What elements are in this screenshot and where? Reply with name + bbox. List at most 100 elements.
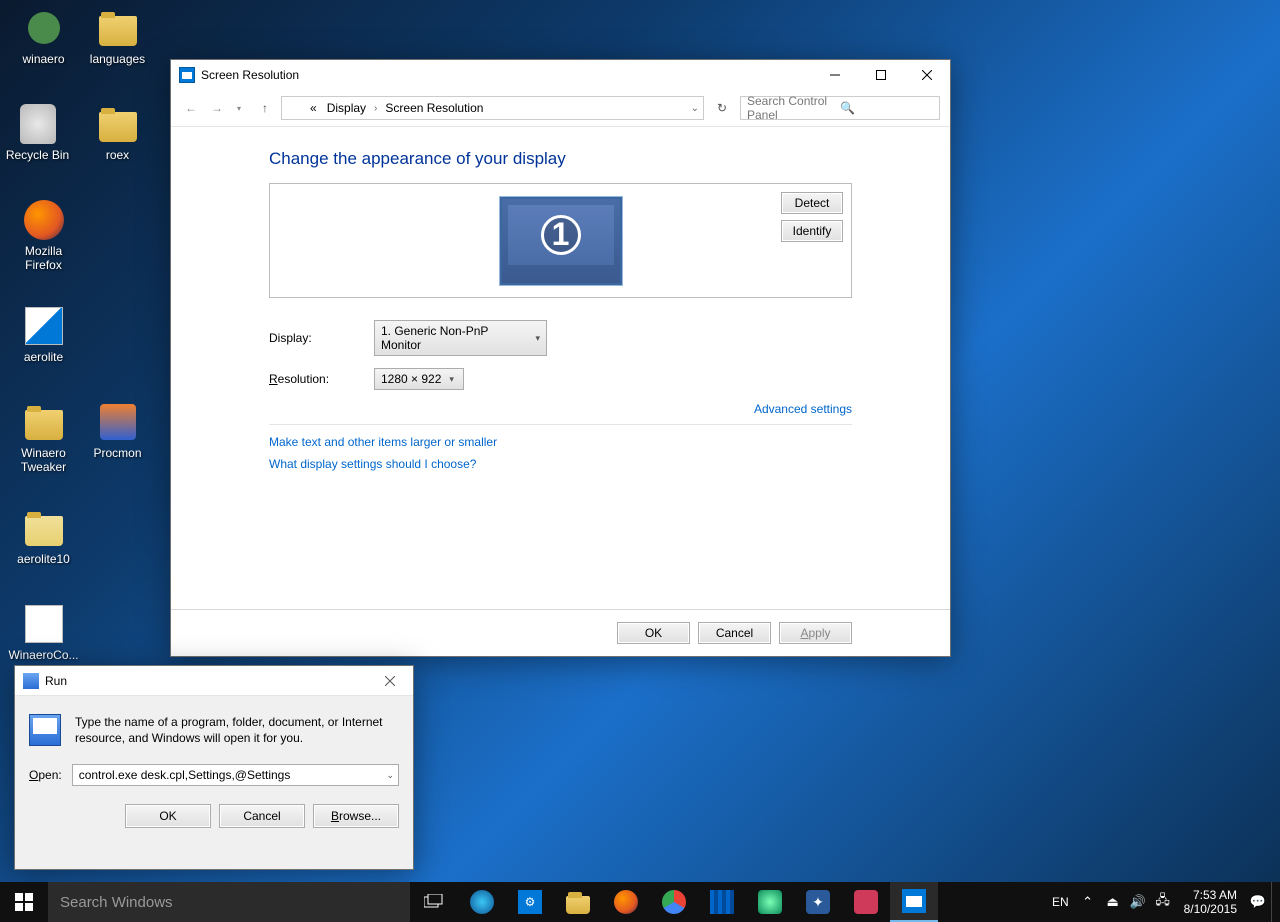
run-description: Type the name of a program, folder, docu…	[75, 714, 399, 746]
cancel-button[interactable]: Cancel	[219, 804, 305, 828]
action-center-icon[interactable]: 💬	[1246, 882, 1270, 922]
tray-usb-icon[interactable]: ⏏	[1101, 882, 1125, 922]
desktop-icon-label: languages	[80, 52, 155, 66]
titlebar[interactable]: Screen Resolution	[171, 60, 950, 90]
desktop-icon-label: aerolite	[6, 350, 81, 364]
content-area: Change the appearance of your display 1 …	[171, 127, 950, 483]
tray-chevron-icon[interactable]: ⌃	[1076, 882, 1100, 922]
forward-button[interactable]: →	[207, 98, 227, 118]
chevron-down-icon[interactable]: ⌄	[691, 103, 699, 114]
taskbar-settings[interactable]: ⚙	[506, 882, 554, 922]
desktop-icon-winaero-tweaker[interactable]: Winaero Tweaker	[6, 402, 81, 474]
titlebar[interactable]: Run	[15, 666, 413, 696]
toolbar: ← → ▾ ↑ « Display › Screen Resolution ⌄ …	[171, 90, 950, 127]
display-value: 1. Generic Non-PnP Monitor	[381, 324, 527, 352]
monitor-thumbnail[interactable]: 1	[500, 197, 622, 285]
desktop-icon-label: aerolite10	[6, 552, 81, 566]
search-placeholder: Search Control Panel	[747, 94, 840, 122]
chevron-right-icon: ›	[374, 103, 377, 114]
open-input[interactable]: control.exe desk.cpl,Settings,@Settings …	[72, 764, 399, 786]
task-view-button[interactable]	[410, 882, 458, 922]
desktop-icon-languages[interactable]: languages	[80, 8, 155, 66]
taskbar-control-panel[interactable]	[890, 882, 938, 922]
taskbar: Search Windows ⚙ ✦ EN ⌃ ⏏ 🔊 🖧 7:53 AM 8/…	[0, 882, 1280, 922]
address-bar[interactable]: « Display › Screen Resolution ⌄	[281, 96, 704, 120]
taskbar-apps: ⚙ ✦	[458, 882, 938, 922]
open-value: control.exe desk.cpl,Settings,@Settings	[79, 768, 291, 782]
taskbar-app1[interactable]	[698, 882, 746, 922]
desktop-icon-winaero[interactable]: winaero	[6, 8, 81, 66]
window-title: Run	[45, 674, 67, 688]
text-size-link[interactable]: Make text and other items larger or smal…	[269, 435, 497, 449]
breadcrumb-screen-resolution[interactable]: Screen Resolution	[383, 100, 485, 116]
clock-time: 7:53 AM	[1184, 888, 1237, 902]
help-link[interactable]: What display settings should I choose?	[269, 457, 476, 471]
desktop-icon-label: winaero	[6, 52, 81, 66]
taskbar-search[interactable]: Search Windows	[48, 882, 410, 922]
resolution-value: 1280 × 922	[381, 372, 441, 386]
advanced-settings-link[interactable]: Advanced settings	[754, 402, 852, 416]
resolution-row: Resolution: 1280 × 922▾	[269, 368, 852, 390]
resolution-select[interactable]: 1280 × 922▾	[374, 368, 464, 390]
minimize-button[interactable]	[812, 60, 858, 90]
desktop-icon-winaeroco[interactable]: ⚙WinaeroCo...	[6, 604, 81, 662]
show-desktop-button[interactable]	[1271, 882, 1276, 922]
resolution-label: Resolution:	[269, 372, 374, 386]
taskbar-firefox[interactable]	[602, 882, 650, 922]
desktop-icon-roex[interactable]: roex	[80, 104, 155, 162]
control-panel-icon	[286, 100, 302, 116]
window-title: Screen Resolution	[201, 68, 299, 82]
open-label: Open:	[29, 768, 62, 782]
taskbar-file-explorer[interactable]	[554, 882, 602, 922]
chevron-down-icon: ▾	[535, 333, 540, 344]
identify-button[interactable]: Identify	[781, 220, 843, 242]
desktop-icon-procmon[interactable]: Procmon	[80, 402, 155, 460]
taskbar-app4[interactable]	[842, 882, 890, 922]
desktop-icon-label: roex	[80, 148, 155, 162]
browse-button[interactable]: Browse...	[313, 804, 399, 828]
refresh-button[interactable]: ↻	[710, 97, 734, 119]
back-button[interactable]: ←	[181, 98, 201, 118]
desktop-icon-recycle-bin[interactable]: Recycle Bin	[0, 104, 75, 162]
cancel-button[interactable]: Cancel	[698, 622, 771, 644]
desktop-icon-firefox[interactable]: Mozilla Firefox	[6, 200, 81, 272]
search-input[interactable]: Search Control Panel 🔍	[740, 96, 940, 120]
close-button[interactable]	[904, 60, 950, 90]
monitor-number: 1	[541, 215, 581, 255]
desktop-icon-aerolite10[interactable]: aerolite10	[6, 508, 81, 566]
display-label: Display:	[269, 331, 374, 345]
language-indicator[interactable]: EN	[1046, 895, 1075, 909]
taskbar-chrome[interactable]	[650, 882, 698, 922]
desktop-icon-label: Procmon	[80, 446, 155, 460]
close-button[interactable]	[367, 666, 413, 696]
maximize-button[interactable]	[858, 60, 904, 90]
breadcrumb-display[interactable]: Display	[325, 100, 368, 116]
desktop-icon-label: Recycle Bin	[0, 148, 75, 162]
desktop-icon-label: WinaeroCo...	[6, 648, 81, 662]
control-panel-icon	[179, 67, 195, 83]
system-tray: EN ⌃ ⏏ 🔊 🖧 7:53 AM 8/10/2015 💬	[1046, 882, 1280, 922]
desktop-icon-aerolite[interactable]: aerolite	[6, 306, 81, 364]
apply-button[interactable]: Apply	[779, 622, 852, 644]
run-icon	[23, 673, 39, 689]
tray-network-icon[interactable]: 🖧	[1151, 882, 1175, 922]
up-button[interactable]: ↑	[255, 98, 275, 118]
chevron-down-icon[interactable]: ⌄	[386, 770, 394, 781]
taskbar-app2[interactable]	[746, 882, 794, 922]
divider	[269, 424, 852, 425]
display-select[interactable]: 1. Generic Non-PnP Monitor ▾	[374, 320, 547, 356]
desktop-icon-label: Winaero Tweaker	[6, 446, 81, 474]
ok-button[interactable]: OK	[125, 804, 211, 828]
detect-button[interactable]: Detect	[781, 192, 843, 214]
ok-button[interactable]: OK	[617, 622, 690, 644]
page-title: Change the appearance of your display	[269, 149, 852, 169]
start-button[interactable]	[0, 882, 48, 922]
run-dialog: Run Type the name of a program, folder, …	[14, 665, 414, 870]
taskbar-edge[interactable]	[458, 882, 506, 922]
search-placeholder: Search Windows	[60, 894, 173, 911]
taskbar-app3[interactable]: ✦	[794, 882, 842, 922]
history-dropdown[interactable]: ▾	[229, 98, 249, 118]
clock[interactable]: 7:53 AM 8/10/2015	[1176, 888, 1245, 916]
tray-volume-icon[interactable]: 🔊	[1126, 882, 1150, 922]
screen-resolution-window: Screen Resolution ← → ▾ ↑ « Display › Sc…	[170, 59, 951, 657]
